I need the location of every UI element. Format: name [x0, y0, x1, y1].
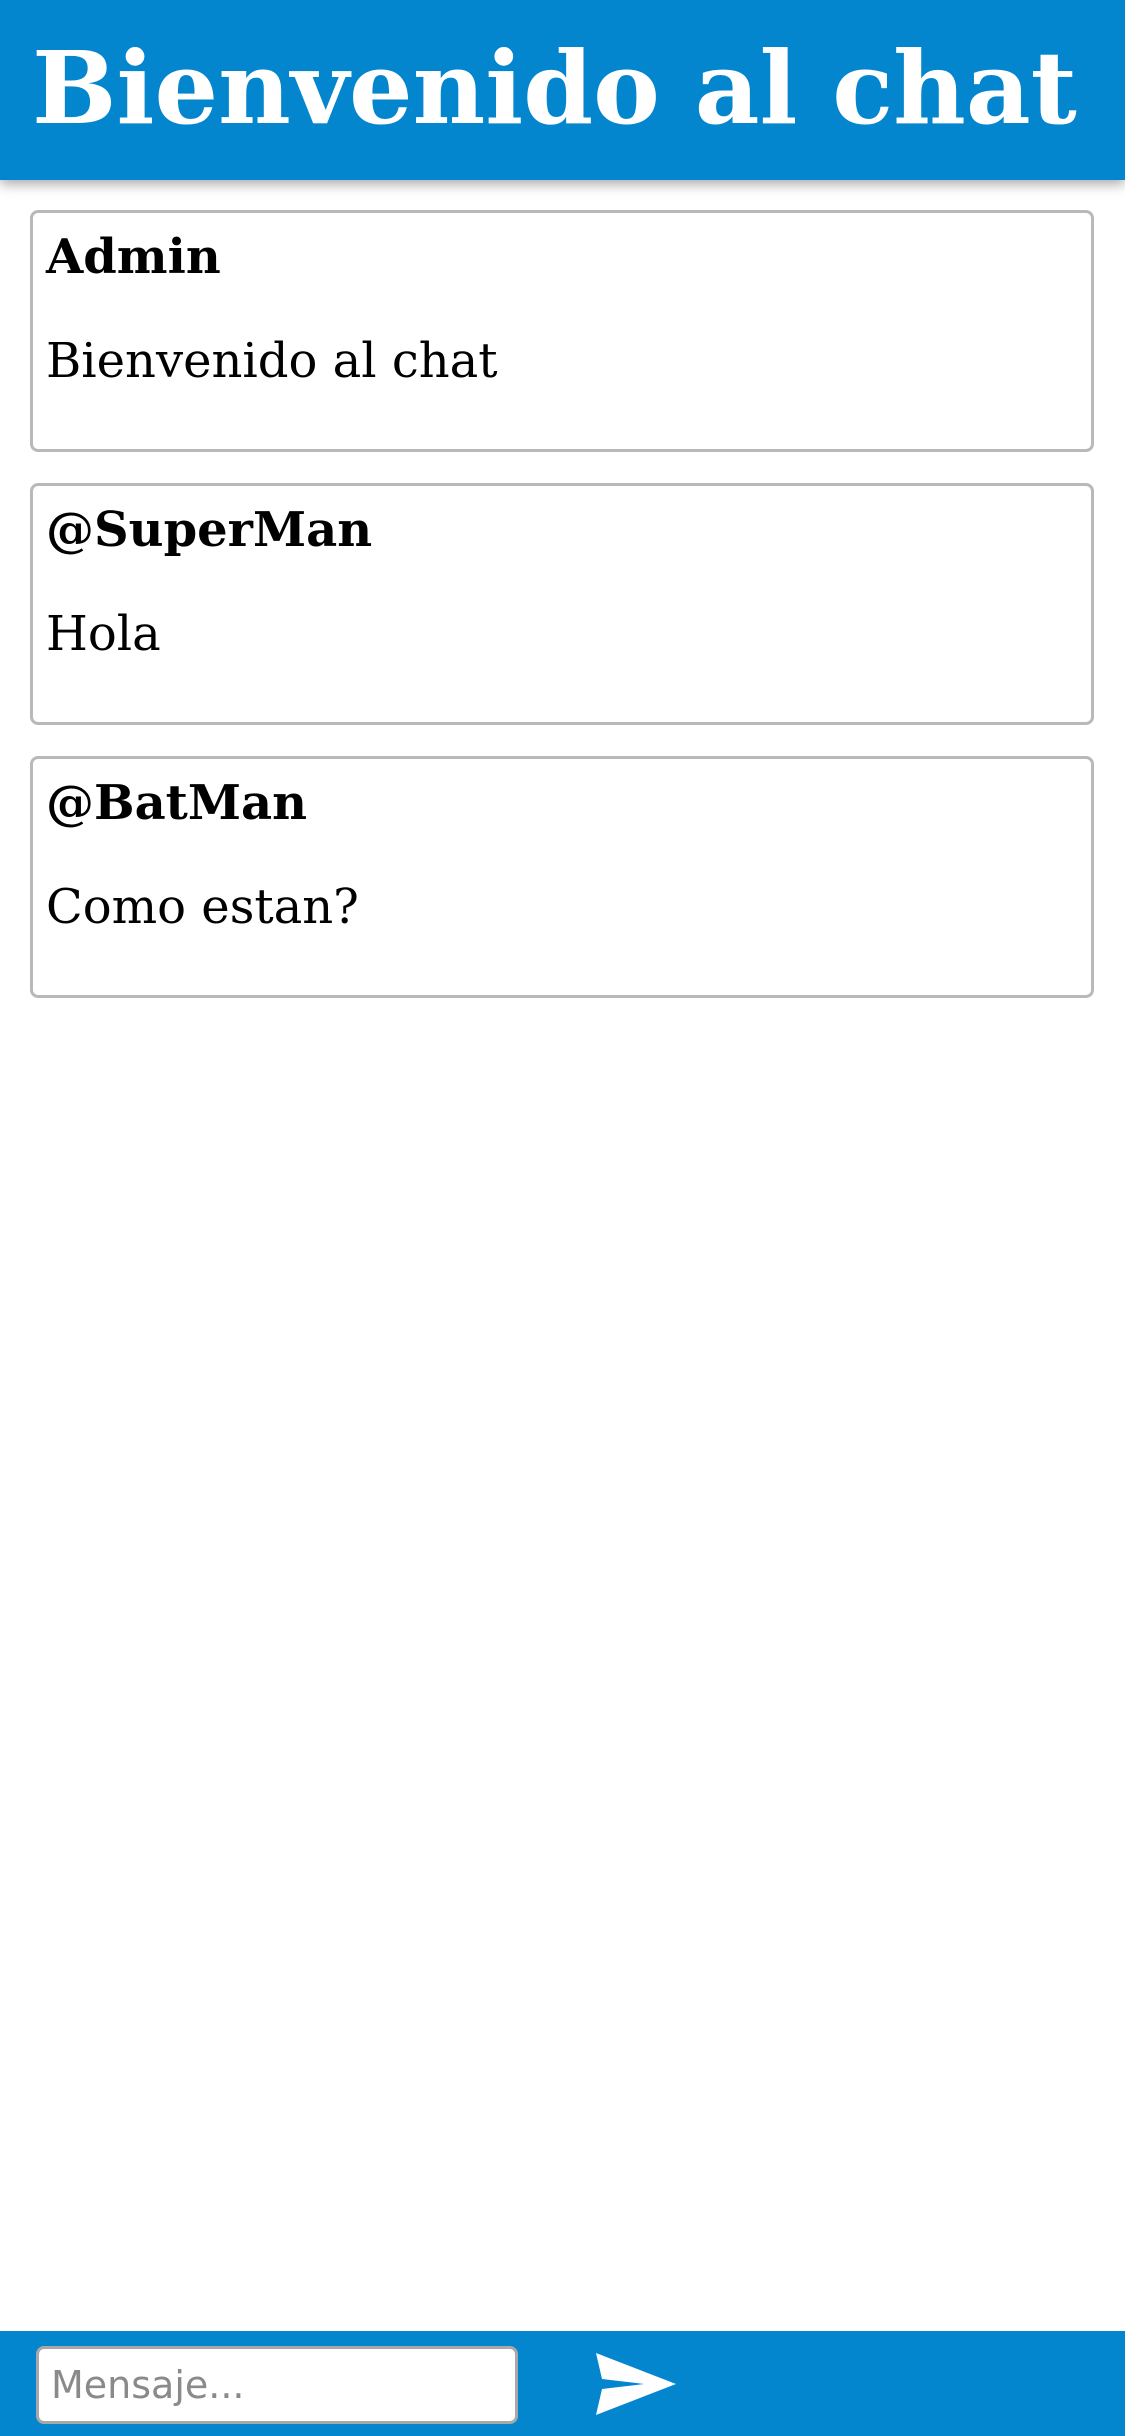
- message-card: Admin Bienvenido al chat: [30, 210, 1094, 452]
- message-text: Bienvenido al chat: [46, 333, 498, 389]
- chat-header: Bienvenido al chat: [0, 0, 1125, 180]
- message-author: @SuperMan: [46, 502, 373, 558]
- send-button[interactable]: [596, 2353, 676, 2415]
- message-text: Hola: [46, 606, 161, 662]
- message-card: @SuperMan Hola: [30, 483, 1094, 725]
- message-input[interactable]: [36, 2346, 518, 2424]
- message-list: Admin Bienvenido al chat @SuperMan Hola …: [30, 210, 1094, 1029]
- composer-bar: [0, 2331, 1125, 2436]
- message-author: Admin: [46, 229, 221, 285]
- send-icon: [596, 2353, 676, 2415]
- page-title: Bienvenido al chat: [32, 29, 1077, 147]
- message-card: @BatMan Como estan?: [30, 756, 1094, 998]
- message-text: Como estan?: [46, 879, 359, 935]
- message-author: @BatMan: [46, 775, 307, 831]
